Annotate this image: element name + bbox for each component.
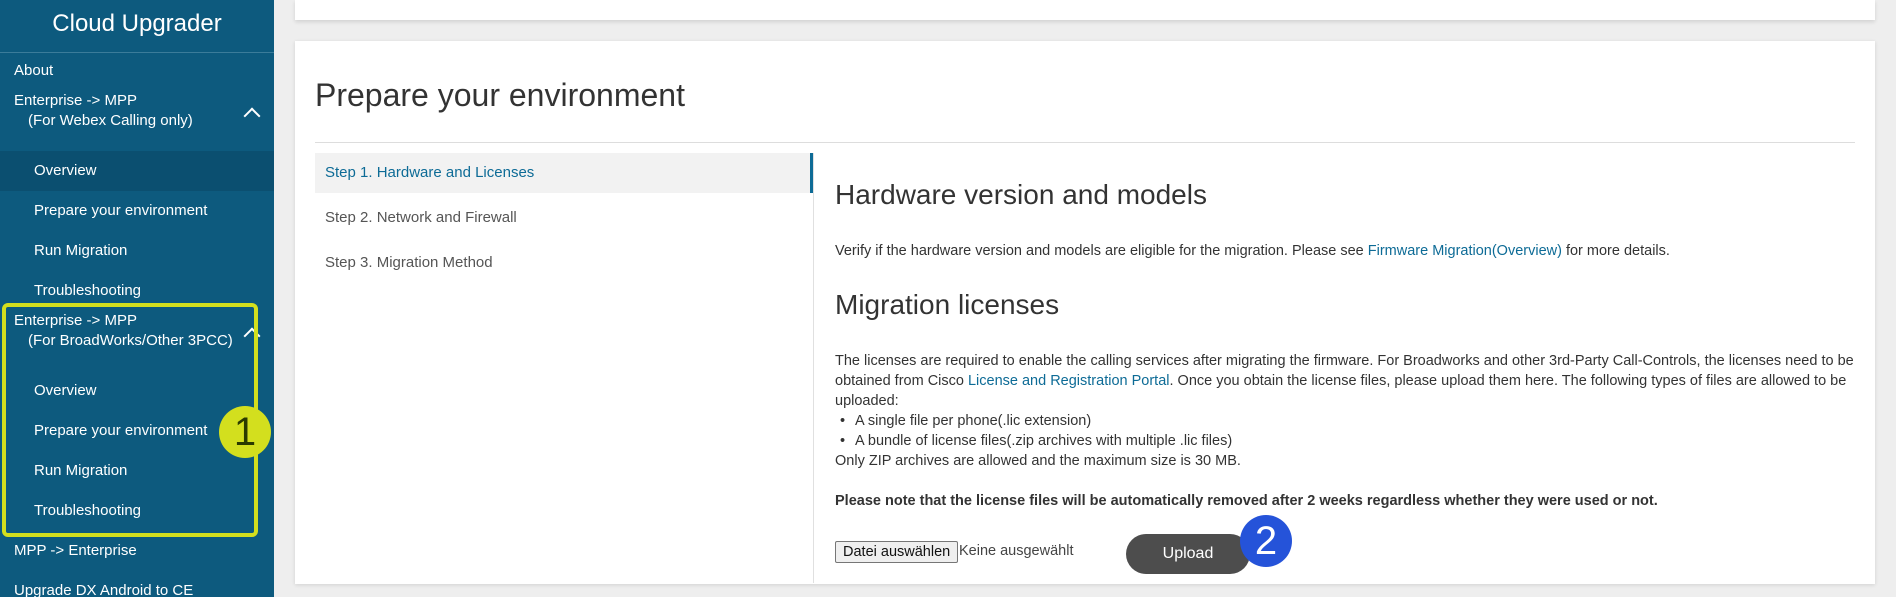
- sidebar-item-troubleshooting[interactable]: Troubleshooting: [34, 282, 141, 299]
- sidebar-item-upgrade-dx[interactable]: Upgrade DX Android to CE: [14, 582, 193, 597]
- sidebar: Cloud Upgrader About Enterprise -> MPP (…: [0, 0, 274, 597]
- license-portal-link[interactable]: License and Registration Portal: [968, 373, 1170, 389]
- marker-2: 2: [1240, 515, 1292, 567]
- top-card: [295, 0, 1875, 20]
- app-title: Cloud Upgrader: [0, 0, 274, 53]
- list-item: A bundle of license files(.zip archives …: [835, 431, 1232, 451]
- choose-file-button[interactable]: Datei auswählen: [835, 541, 959, 563]
- main-card: Prepare your environment Step 1. Hardwar…: [295, 41, 1875, 584]
- group-label-line1: Enterprise -> MPP: [14, 92, 137, 109]
- marker-1: 1: [219, 406, 271, 458]
- step-1-tab[interactable]: Step 1. Hardware and Licenses: [315, 153, 813, 193]
- divider: [315, 142, 1855, 143]
- sidebar-group-webex[interactable]: Enterprise -> MPP (For Webex Calling onl…: [14, 91, 193, 131]
- licenses-heading: Migration licenses: [835, 289, 1060, 320]
- step-2-tab[interactable]: Step 2. Network and Firewall: [315, 198, 813, 238]
- sidebar-item-prepare[interactable]: Prepare your environment: [34, 202, 207, 219]
- divider: [813, 153, 814, 583]
- license-types-list: A single file per phone(.lic extension) …: [835, 411, 1232, 451]
- sidebar-item-run-migration[interactable]: Run Migration: [34, 242, 127, 259]
- sidebar-item-mpp-enterprise[interactable]: MPP -> Enterprise: [14, 542, 137, 559]
- size-limit-text: Only ZIP archives are allowed and the ma…: [835, 453, 1241, 469]
- step-3-tab[interactable]: Step 3. Migration Method: [315, 243, 813, 283]
- hardware-text-after: for more details.: [1561, 243, 1670, 259]
- hardware-text: Verify if the hardware version and model…: [835, 241, 1860, 261]
- page-title: Prepare your environment: [315, 77, 685, 113]
- licenses-text: The licenses are required to enable the …: [835, 351, 1860, 411]
- group-label-line2: (For Webex Calling only): [28, 112, 193, 129]
- sidebar-item-overview[interactable]: Overview: [34, 162, 97, 179]
- removal-note: Please note that the license files will …: [835, 493, 1658, 509]
- sidebar-item-about[interactable]: About: [14, 62, 53, 79]
- upload-button[interactable]: Upload: [1126, 534, 1250, 574]
- hardware-heading: Hardware version and models: [835, 179, 1207, 210]
- hardware-text-before: Verify if the hardware version and model…: [835, 243, 1368, 259]
- list-item: A single file per phone(.lic extension): [835, 411, 1232, 431]
- file-status-text: Keine ausgewählt: [959, 543, 1074, 559]
- highlight-box: [2, 303, 258, 537]
- firmware-migration-link[interactable]: Firmware Migration(Overview): [1368, 243, 1562, 259]
- chevron-up-icon[interactable]: [243, 107, 261, 125]
